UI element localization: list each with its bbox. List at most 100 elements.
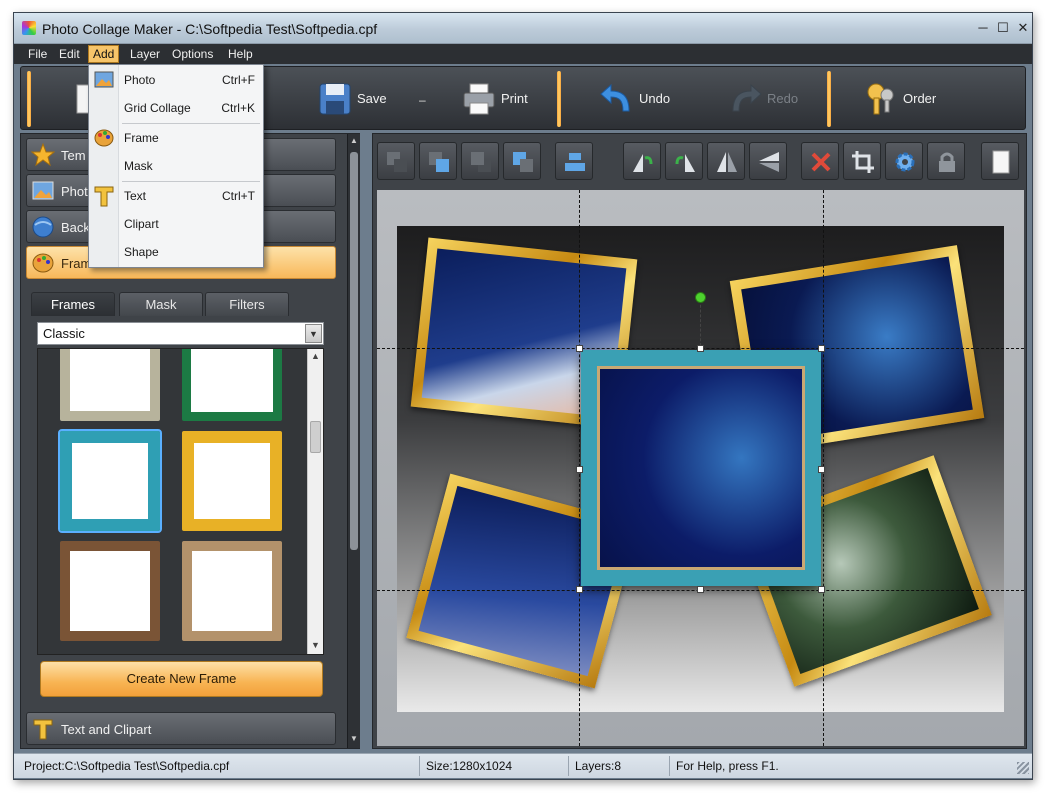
scroll-thumb[interactable] <box>350 152 358 550</box>
tab-frames[interactable]: Frames <box>31 292 115 316</box>
frame-thumbnail[interactable] <box>60 541 160 641</box>
resize-handle[interactable] <box>697 345 704 352</box>
status-divider <box>419 756 420 776</box>
menu-item-shape[interactable]: Shape <box>89 239 263 265</box>
print-button[interactable]: Print <box>461 75 541 123</box>
redo-button[interactable]: Redo <box>727 75 807 123</box>
rotate-right-button[interactable] <box>665 142 703 180</box>
accordion-label: Tem <box>61 148 86 163</box>
order-label: Order <box>903 91 937 106</box>
app-window: Photo Collage Maker - C:\Softpedia Test\… <box>13 12 1033 780</box>
scroll-thumb[interactable] <box>310 421 321 453</box>
scroll-up-icon[interactable]: ▲ <box>348 136 360 145</box>
rotate-left-button[interactable] <box>623 142 661 180</box>
frame-style-select[interactable]: Classic ▼ <box>37 322 324 345</box>
bring-to-front-button[interactable] <box>419 142 457 180</box>
menu-item-photo[interactable]: Photo Ctrl+F <box>89 67 263 93</box>
app-logo-icon <box>22 21 36 35</box>
scroll-up-icon[interactable]: ▲ <box>308 349 323 364</box>
menu-item-label: Grid Collage <box>124 101 191 115</box>
menu-file[interactable]: File <box>24 46 51 62</box>
settings-button[interactable] <box>885 142 923 180</box>
flip-horizontal-button[interactable] <box>707 142 745 180</box>
tab-mask[interactable]: Mask <box>119 292 203 316</box>
menu-item-clipart[interactable]: Clipart <box>89 211 263 237</box>
gallery-scrollbar[interactable]: ▲ ▼ <box>307 349 323 654</box>
frames-tabs: Frames Mask Filters <box>31 292 331 316</box>
status-help: For Help, press F1. <box>676 759 779 773</box>
redo-label: Redo <box>767 91 799 106</box>
status-layers: Layers:8 <box>575 759 622 773</box>
keys-icon <box>863 81 899 117</box>
resize-handle[interactable] <box>818 586 825 593</box>
menu-item-text[interactable]: Text Ctrl+T <box>89 183 263 209</box>
menu-item-label: Frame <box>124 131 159 145</box>
lock-button[interactable] <box>927 142 965 180</box>
resize-grip-icon[interactable] <box>1017 762 1029 774</box>
menu-item-label: Shape <box>124 245 159 259</box>
chevron-down-icon[interactable]: ▼ <box>305 324 322 343</box>
send-backward-button[interactable] <box>461 142 499 180</box>
window-title: Photo Collage Maker - C:\Softpedia Test\… <box>42 21 378 37</box>
frame-thumbnail[interactable] <box>182 431 282 531</box>
scroll-down-icon[interactable]: ▼ <box>348 734 360 743</box>
canvas-workspace[interactable] <box>377 190 1024 746</box>
frame-thumbnail[interactable] <box>182 349 282 421</box>
new-page-button[interactable] <box>981 142 1019 180</box>
menu-separator <box>122 123 260 124</box>
bring-forward-button[interactable] <box>503 142 541 180</box>
rotate-handle[interactable] <box>695 292 706 303</box>
save-button[interactable]: Save <box>317 75 397 123</box>
create-new-frame-button[interactable]: Create New Frame <box>40 661 323 697</box>
title-bar[interactable]: Photo Collage Maker - C:\Softpedia Test\… <box>14 13 1032 44</box>
menu-add[interactable]: Add <box>88 45 120 63</box>
resize-handle[interactable] <box>576 345 583 352</box>
resize-handle[interactable] <box>576 586 583 593</box>
maximize-button[interactable]: ☐ <box>992 19 1014 37</box>
delete-button[interactable] <box>801 142 839 180</box>
flip-vertical-button[interactable] <box>749 142 787 180</box>
accordion-text-and-clipart[interactable]: Text and Clipart <box>26 712 336 745</box>
status-divider <box>568 756 569 776</box>
minimize-button[interactable]: ─ <box>972 19 994 37</box>
menu-bar: File Edit Add Layer Options Help <box>14 44 1032 64</box>
edit-toolbar <box>377 138 1024 184</box>
close-button[interactable]: ✕ <box>1012 19 1034 37</box>
background-icon <box>31 215 55 239</box>
resize-handle[interactable] <box>697 586 704 593</box>
star-icon <box>30 142 56 167</box>
menu-item-frame[interactable]: Frame <box>89 125 263 151</box>
crop-button[interactable] <box>843 142 881 180</box>
menu-item-mask[interactable]: Mask <box>89 153 263 179</box>
save-dropdown-arrow[interactable]: – <box>419 93 426 107</box>
menu-item-shortcut: Ctrl+F <box>222 73 255 87</box>
selected-collage-photo[interactable] <box>581 350 821 586</box>
menu-options[interactable]: Options <box>168 46 217 62</box>
accordion-label: Back <box>61 220 90 235</box>
order-button[interactable]: Order <box>863 75 943 123</box>
menu-help[interactable]: Help <box>224 46 257 62</box>
align-button[interactable] <box>555 142 593 180</box>
left-panel-scrollbar[interactable]: ▲ ▼ <box>347 134 360 748</box>
resize-handle[interactable] <box>818 466 825 473</box>
save-disk-icon <box>317 81 353 117</box>
menu-item-grid-collage[interactable]: Grid Collage Ctrl+K <box>89 95 263 121</box>
text-t-icon <box>93 185 115 207</box>
tab-filters[interactable]: Filters <box>205 292 289 316</box>
menu-layer[interactable]: Layer <box>126 46 164 62</box>
scroll-down-icon[interactable]: ▼ <box>308 638 323 653</box>
photo-icon <box>31 179 55 203</box>
frame-thumbnail[interactable] <box>58 429 162 533</box>
frame-thumbnail[interactable] <box>182 541 282 641</box>
status-size: Size:1280x1024 <box>426 759 513 773</box>
menu-edit[interactable]: Edit <box>55 46 84 62</box>
undo-button[interactable]: Undo <box>599 75 679 123</box>
frame-thumbnail[interactable] <box>60 349 160 421</box>
photo-icon <box>93 69 115 91</box>
toolbar-separator <box>557 71 561 127</box>
menu-item-label: Mask <box>124 159 153 173</box>
send-to-back-button[interactable] <box>377 142 415 180</box>
palette-icon <box>31 251 55 275</box>
resize-handle[interactable] <box>576 466 583 473</box>
resize-handle[interactable] <box>818 345 825 352</box>
